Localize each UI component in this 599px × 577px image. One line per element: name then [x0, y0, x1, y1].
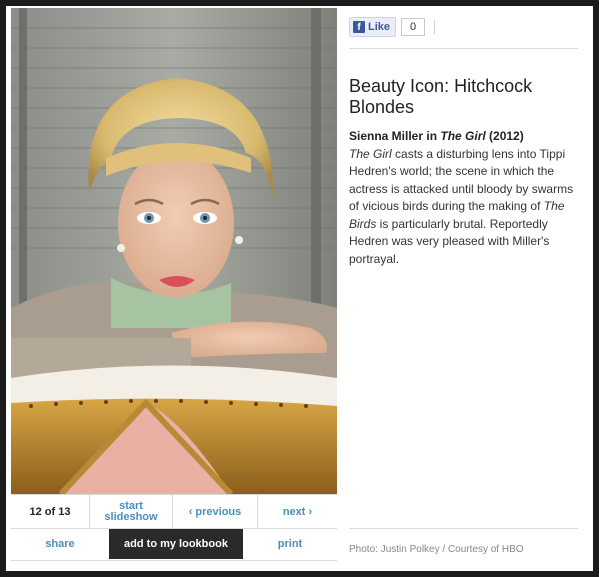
caption-text: Sienna Miller in — [349, 129, 441, 143]
body-film-title: The Girl — [349, 146, 392, 161]
slide-photo[interactable] — [11, 8, 337, 494]
photo-credit: Photo: Justin Polkey / Courtesy of HBO — [349, 544, 524, 555]
facebook-like-widget: f Like 0 — [349, 17, 436, 37]
next-link[interactable]: next › — [258, 495, 337, 528]
article-body: Sienna Miller in The Girl (2012) The Gir… — [349, 128, 581, 268]
like-label: Like — [368, 21, 391, 33]
slide-counter: 12 of 13 — [11, 495, 90, 528]
previous-link[interactable]: ‹ previous — [173, 495, 258, 528]
start-slideshow-link[interactable]: start slideshow — [90, 495, 173, 528]
caption-film-title: The Girl — [440, 129, 486, 143]
share-link[interactable]: share — [11, 538, 109, 550]
like-count: 0 — [401, 18, 426, 36]
article-title: Beauty Icon: Hitchcock Blondes — [349, 76, 533, 117]
window-frame: 12 of 13 start slideshow ‹ previous next … — [0, 0, 599, 577]
caption-year: (2012) — [485, 129, 524, 143]
divider — [349, 528, 578, 529]
slideshow-panel: 12 of 13 start slideshow ‹ previous next … — [6, 6, 593, 571]
slideshow-nav: 12 of 13 start slideshow ‹ previous next … — [11, 494, 337, 529]
facebook-like-button[interactable]: f Like — [349, 17, 397, 37]
add-to-lookbook-button[interactable]: add to my lookbook — [109, 528, 243, 559]
print-link[interactable]: print — [243, 538, 337, 550]
slideshow-actions: share add to my lookbook print — [11, 527, 337, 561]
facebook-icon: f — [353, 21, 365, 33]
article-column: f Like 0 Beauty Icon: Hitchcock Blondes … — [349, 6, 578, 571]
caption-heading: Sienna Miller in The Girl (2012) — [349, 129, 524, 143]
divider — [349, 48, 578, 49]
start-label-line2: slideshow — [104, 510, 158, 523]
body-text-2: is particularly brutal. Reportedly Hedre… — [349, 216, 550, 266]
divider — [434, 20, 436, 34]
